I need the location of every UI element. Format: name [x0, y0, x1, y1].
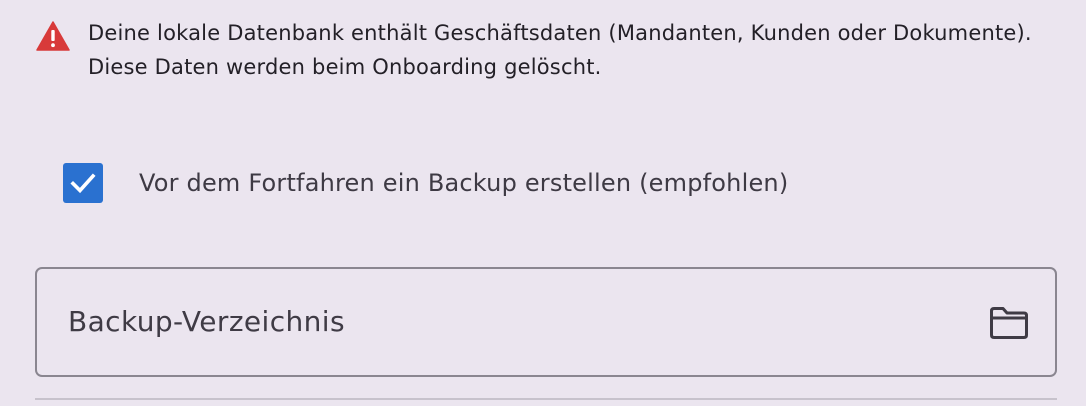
backup-checkbox-label[interactable]: Vor dem Fortfahren ein Backup erstellen … — [139, 169, 788, 197]
backup-checkbox[interactable] — [63, 163, 103, 203]
checkmark-icon — [70, 173, 96, 194]
warning-text: Deine lokale Datenbank enthält Geschäfts… — [88, 21, 1032, 79]
backup-directory-label: Backup-Verzeichnis — [68, 305, 345, 338]
warning-message: Deine lokale Datenbank enthält Geschäfts… — [36, 16, 1046, 84]
divider — [35, 398, 1057, 400]
backup-directory-field[interactable]: Backup-Verzeichnis — [35, 267, 1057, 377]
warning-triangle-icon — [36, 21, 70, 51]
folder-icon[interactable] — [989, 305, 1029, 341]
backup-checkbox-row[interactable]: Vor dem Fortfahren ein Backup erstellen … — [63, 163, 788, 203]
